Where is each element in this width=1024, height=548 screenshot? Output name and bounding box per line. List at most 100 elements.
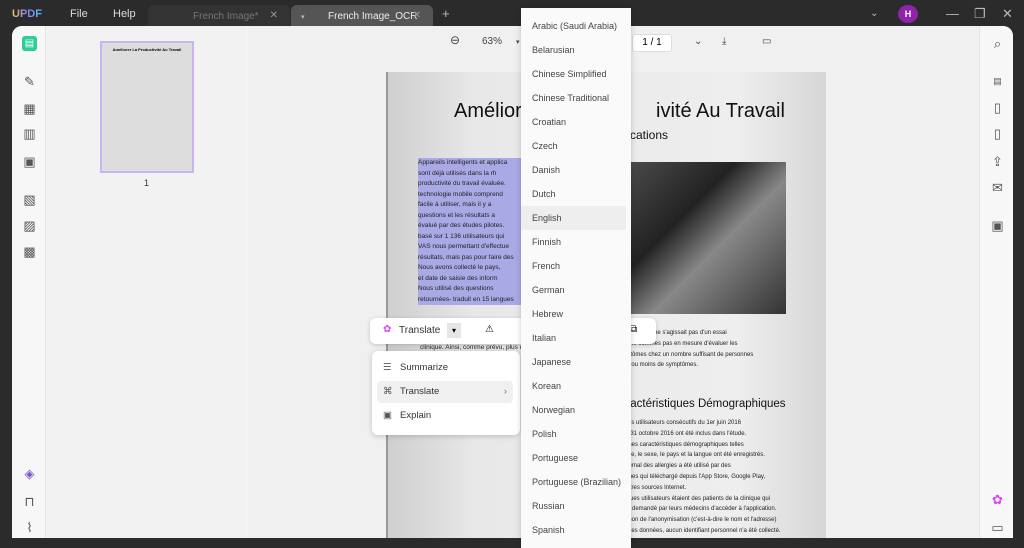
selected-line: questions et les résultats a	[418, 210, 522, 221]
share-icon[interactable]: ⇪	[990, 154, 1005, 169]
menu-item-label: Explain	[400, 410, 432, 421]
zoom-out-icon[interactable]: ⊖	[450, 33, 460, 47]
menu-file[interactable]: File	[70, 8, 88, 20]
selected-line: résultats, mais pas pour faire des	[418, 252, 522, 263]
next-page-icon[interactable]: ⌄	[694, 36, 702, 47]
tab-label: French Image_OCR	[328, 11, 418, 22]
presentation-icon[interactable]: ▭	[762, 36, 771, 47]
zoom-level[interactable]: 63%	[482, 36, 502, 47]
language-option[interactable]: Spanish	[521, 518, 626, 542]
language-option[interactable]: Japanese	[521, 350, 626, 374]
language-option[interactable]: Finnish	[521, 230, 626, 254]
text-line: taines caractéristiques démographiques t…	[622, 441, 744, 448]
language-option[interactable]: Danish	[521, 158, 626, 182]
text-line: l'âge, le sexe, le pays et la langue ont…	[622, 452, 765, 459]
ocr-icon[interactable]: ▤	[990, 74, 1005, 89]
language-option[interactable]: Italian	[521, 326, 626, 350]
updf-logo: UPDF	[12, 8, 42, 20]
menu-item-label: Summarize	[400, 362, 449, 373]
text-line: mptômes chez un nombre suffisant de pers…	[622, 351, 754, 358]
restore-icon[interactable]: ❐	[974, 6, 986, 22]
highlight-icon[interactable]: ⚠	[485, 324, 494, 335]
language-list[interactable]: Arabic (Saudi Arabia) Belarusian Chinese S…	[521, 8, 631, 548]
layers-icon[interactable]: ◈	[22, 466, 37, 481]
chat-icon[interactable]: ▭	[990, 520, 1005, 535]
text-line: s les utilisateurs consécutifs du 1er ju…	[622, 420, 742, 426]
close-window-icon[interactable]: ✕	[1002, 6, 1013, 22]
language-option[interactable]: Portuguese	[521, 446, 626, 470]
language-option[interactable]: Portuguese (Brazilian)	[521, 470, 626, 494]
text-line: mi les données, aucun identifiant person…	[622, 527, 781, 534]
language-option[interactable]: Croatian	[521, 110, 626, 134]
language-option[interactable]: Korean	[521, 374, 626, 398]
text-line: Journal des allergies a été utilisé par …	[622, 463, 731, 470]
protect-icon[interactable]: ▩	[22, 244, 37, 259]
save-icon[interactable]: ▣	[990, 218, 1005, 233]
text-line: 'autres sources Internet.	[622, 484, 687, 491]
chevron-right-icon: ›	[503, 386, 507, 397]
language-option[interactable]: Chinese Simplified	[521, 62, 626, 86]
selected-line: Nous utilisé des questions	[418, 284, 522, 295]
close-icon[interactable]: ✕	[413, 10, 421, 21]
minimize-icon[interactable]: —	[946, 6, 959, 21]
avatar[interactable]: H	[898, 5, 918, 23]
language-option[interactable]: French	[521, 254, 626, 278]
close-icon[interactable]: ✕	[270, 10, 278, 21]
selected-line: évalué par des études pilotes.	[418, 221, 522, 232]
thumbnail-page-number: 1	[144, 178, 150, 188]
language-option[interactable]: Arabic (Saudi Arabia)	[521, 14, 626, 38]
comment-icon[interactable]: ✎	[22, 74, 37, 89]
last-page-icon[interactable]: ⤓	[722, 36, 726, 47]
dropdown-icon[interactable]: ▾	[447, 323, 461, 338]
translate-button[interactable]: Translate	[399, 325, 440, 336]
copy-icon[interactable]: ⧉	[630, 324, 637, 335]
language-option[interactable]: Hebrew	[521, 302, 626, 326]
attachment-icon[interactable]: ⌇	[22, 520, 37, 535]
bookmark-icon[interactable]: ⊓	[22, 494, 37, 509]
tab-french-image-ocr[interactable]: ▾ French Image_OCR ✕	[291, 5, 433, 28]
menu-item-translate[interactable]: ⌘ Translate ›	[377, 381, 513, 403]
selected-line: sont déjà utilisés dans la rh	[418, 168, 522, 179]
ocr-icon[interactable]: ▧	[22, 192, 37, 207]
menu-help[interactable]: Help	[113, 8, 136, 20]
selected-line: et date de saisie des inform	[418, 273, 522, 284]
search-icon[interactable]: ⌕	[990, 36, 1005, 51]
text-line: ent demandé par leurs médecins d'accéder…	[622, 506, 777, 513]
new-tab-icon[interactable]: +	[442, 6, 450, 21]
zoom-dropdown-icon[interactable]: ▾	[516, 38, 520, 46]
protect-icon[interactable]: ▯	[990, 126, 1005, 141]
menu-item-label: Translate	[400, 386, 440, 397]
thumbnail-title: Améliorer La Productivité Au Travail	[112, 47, 182, 52]
language-option[interactable]: Russian	[521, 494, 626, 518]
language-option[interactable]: Chinese Traditional	[521, 86, 626, 110]
page-organize-icon[interactable]: ▥	[22, 126, 37, 141]
page-thumbnail[interactable]: Améliorer La Productivité Au Travail	[100, 41, 194, 173]
thumbnail-panel: Améliorer La Productivité Au Travail 1	[47, 26, 247, 538]
page-input[interactable]: 1 / 1	[632, 34, 672, 52]
ai-context-menu: ☰ Summarize ⌘ Translate › ▣ Explain	[372, 351, 520, 435]
chevron-down-icon[interactable]: ⌄	[870, 8, 878, 19]
reader-icon[interactable]: ▤	[22, 36, 37, 51]
edit-text-icon[interactable]: ▦	[22, 101, 37, 116]
language-option[interactable]: Norwegian	[521, 398, 626, 422]
language-option[interactable]: Czech	[521, 134, 626, 158]
email-icon[interactable]: ✉	[990, 180, 1005, 195]
language-option[interactable]: Polish	[521, 422, 626, 446]
selected-line: retournées- traduit en 15 langues	[418, 294, 522, 305]
selected-line: facile à utiliser, mais il y a	[418, 200, 522, 211]
page-title-right: ivité Au Travail	[656, 100, 785, 122]
selected-text[interactable]: Appareils intelligents et applica sont dé…	[418, 158, 522, 305]
tab-french-image[interactable]: French Image* ✕	[148, 5, 290, 28]
ai-assistant-icon[interactable]: ✿	[990, 492, 1005, 507]
language-option[interactable]: Belarusian	[521, 38, 626, 62]
tab-label: French Image*	[193, 11, 259, 22]
menu-item-explain[interactable]: ▣ Explain	[377, 405, 513, 427]
menu-item-summarize[interactable]: ☰ Summarize	[377, 357, 513, 379]
language-option[interactable]: English	[521, 206, 626, 230]
crop-icon[interactable]: ▨	[22, 218, 37, 233]
convert-icon[interactable]: ▯	[990, 100, 1005, 115]
language-option[interactable]: Dutch	[521, 182, 626, 206]
form-icon[interactable]: ▣	[22, 154, 37, 169]
language-option[interactable]: German	[521, 278, 626, 302]
selected-line: Nous avons collecté le pays,	[418, 263, 522, 274]
